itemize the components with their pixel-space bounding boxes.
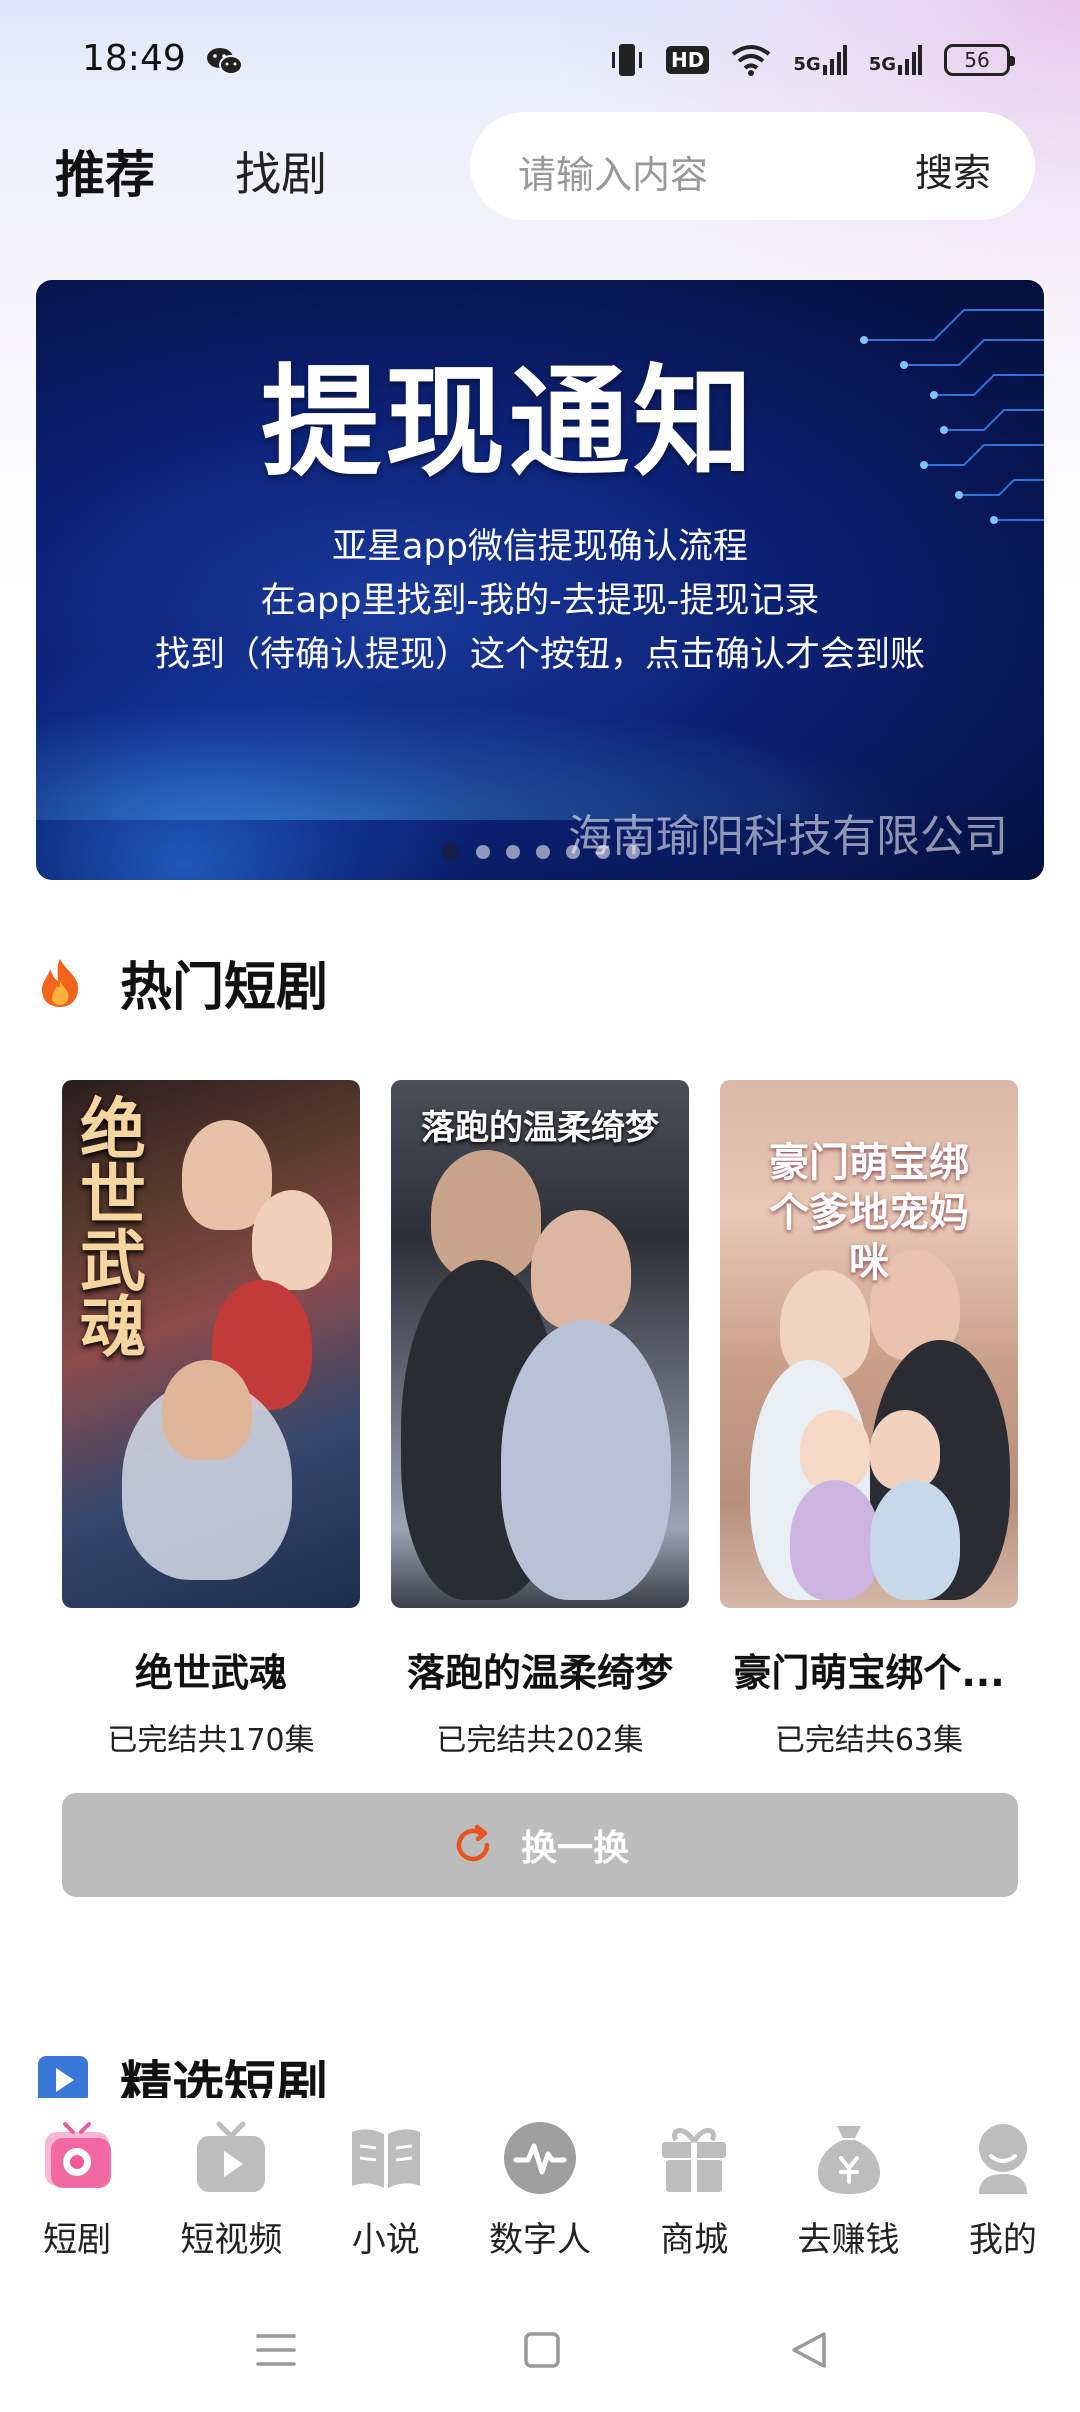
status-bar: 18:49 HD 5G 5G 56 xyxy=(0,0,1080,120)
nav-label: 数字人 xyxy=(488,2220,591,2260)
drama-name[interactable]: 落跑的温柔绮梦 xyxy=(391,1642,689,1697)
signal-bars-icon xyxy=(898,45,922,75)
banner-line: 找到（待确认提现）这个按钮，点击确认才会到账 xyxy=(154,635,925,675)
nav-item-mall[interactable]: 商城 xyxy=(617,2098,771,2278)
banner-title: 提现通知 xyxy=(261,354,757,493)
carousel-indicator xyxy=(442,843,640,861)
tab-recommend[interactable]: 推荐 xyxy=(55,135,155,207)
poster-figure xyxy=(162,1360,252,1460)
poster-title: 绝世武魂 xyxy=(69,1094,146,1358)
bottom-nav: 短剧 短视频 小说 数字人 商城 去赚钱 我的 xyxy=(0,2098,1080,2278)
nav-label: 短剧 xyxy=(43,2220,112,2260)
poster-title: 豪门萌宝绑个爹地宠妈咪 xyxy=(769,1140,969,1286)
drama-episodes: 已完结共63集 xyxy=(774,1723,964,1758)
battery-indicator: 56 xyxy=(944,44,1015,76)
profile-icon xyxy=(978,2124,1027,2194)
nav-item-short-video[interactable]: 短视频 xyxy=(154,2098,308,2278)
back-icon[interactable] xyxy=(780,2320,840,2380)
status-time: 18:49 xyxy=(82,38,186,79)
carousel-dot-active[interactable] xyxy=(442,843,460,861)
tab-find[interactable]: 找剧 xyxy=(235,138,327,204)
drama-card[interactable]: 落跑的温柔绮梦 落跑的温柔绮梦 已完结共202集 xyxy=(391,1080,689,1759)
hot-drama-list: 绝世武魂 绝世武魂 已完结共170集 落跑的温柔绮梦 落跑的温柔绮梦 已完结共2… xyxy=(62,1080,1018,1759)
search-box[interactable]: 请输入内容 搜索 xyxy=(470,112,1035,220)
status-icons: HD 5G 5G 56 xyxy=(610,40,1015,80)
poster-figure xyxy=(501,1320,671,1600)
home-icon[interactable] xyxy=(512,2320,572,2380)
book-icon xyxy=(351,2129,420,2188)
nav-item-earn[interactable]: 去赚钱 xyxy=(771,2098,925,2278)
wechat-icon xyxy=(207,48,243,75)
tv-play-icon xyxy=(197,2121,266,2192)
refresh-button[interactable]: 换一换 xyxy=(62,1793,1018,1897)
drama-icon xyxy=(45,2122,112,2188)
hot-section-header: 热门短剧 xyxy=(36,945,328,1020)
system-nav-bar xyxy=(0,2290,1080,2412)
carousel-dot[interactable] xyxy=(506,845,520,859)
section-title-selected: 精选短剧 xyxy=(120,2057,329,2098)
carousel-dot[interactable] xyxy=(626,845,640,859)
nav-label: 小说 xyxy=(351,2220,420,2260)
poster-figure xyxy=(531,1210,631,1330)
carousel-dot[interactable] xyxy=(566,845,580,859)
nav-item-profile[interactable]: 我的 xyxy=(926,2098,1080,2278)
menu-icon[interactable] xyxy=(246,2320,306,2380)
drama-name[interactable]: 绝世武魂 xyxy=(62,1642,360,1697)
poster-figure xyxy=(870,1410,940,1490)
circuit-decoration xyxy=(860,309,1044,524)
nav-label: 短视频 xyxy=(180,2220,283,2260)
nav-item-drama[interactable]: 短剧 xyxy=(0,2098,154,2278)
carousel-dot[interactable] xyxy=(596,845,610,859)
refresh-label: 换一换 xyxy=(520,1828,629,1869)
poster-title: 落跑的温柔绮梦 xyxy=(421,1108,659,1148)
vibrate-icon xyxy=(612,44,643,76)
nav-label: 商城 xyxy=(660,2220,729,2260)
signal-1: 5G xyxy=(793,45,847,75)
banner-line: 亚星app微信提现确认流程 xyxy=(332,527,748,567)
selected-section-header: 精选短剧 xyxy=(36,2052,1080,2098)
nav-label: 我的 xyxy=(968,2220,1037,2260)
section-title-hot: 热门短剧 xyxy=(120,958,329,1018)
money-bag-icon xyxy=(817,2126,880,2194)
banner-line: 在app里找到-我的-去提现-提现记录 xyxy=(260,581,820,621)
carousel-dot[interactable] xyxy=(536,845,550,859)
refresh-icon xyxy=(456,1824,490,1862)
drama-episodes: 已完结共170集 xyxy=(107,1723,315,1758)
banner-text: 亚星app微信提现确认流程 在app里找到-我的-去提现-提现记录 找到（待确认… xyxy=(36,520,1044,682)
poster-figure xyxy=(252,1190,332,1290)
drama-card[interactable]: 绝世武魂 绝世武魂 已完结共170集 xyxy=(62,1080,360,1759)
signal-2: 5G xyxy=(869,45,922,75)
drama-episodes: 已完结共202集 xyxy=(436,1723,644,1758)
carousel-dot[interactable] xyxy=(476,845,490,859)
drama-name[interactable]: 豪门萌宝绑个... xyxy=(720,1642,1018,1697)
banner-carousel[interactable]: 提现通知 亚星app微信提现确认流程 在app里找到-我的-去提现-提现记录 找… xyxy=(36,280,1044,880)
search-input[interactable]: 请输入内容 xyxy=(518,144,708,199)
nav-item-digital-human[interactable]: 数字人 xyxy=(463,2098,617,2278)
poster-figure xyxy=(800,1410,870,1490)
banner-wave xyxy=(36,680,1044,820)
poster-figure xyxy=(870,1480,960,1600)
search-button[interactable]: 搜索 xyxy=(915,142,991,197)
pulse-icon xyxy=(503,2122,576,2194)
drama-poster[interactable]: 绝世武魂 xyxy=(62,1080,360,1608)
hd-badge: HD xyxy=(666,46,710,74)
drama-card[interactable]: 豪门萌宝绑个爹地宠妈咪 豪门萌宝绑个... 已完结共63集 xyxy=(720,1080,1018,1759)
signal-bars-icon xyxy=(822,45,847,75)
wifi-icon xyxy=(732,45,771,76)
drama-poster[interactable]: 豪门萌宝绑个爹地宠妈咪 xyxy=(720,1080,1018,1608)
poster-figure xyxy=(790,1480,880,1600)
fire-icon xyxy=(42,958,79,1007)
drama-poster[interactable]: 落跑的温柔绮梦 xyxy=(391,1080,689,1608)
gift-icon xyxy=(662,2128,727,2192)
nav-label: 去赚钱 xyxy=(797,2220,900,2260)
play-icon xyxy=(38,2056,88,2098)
nav-item-novel[interactable]: 小说 xyxy=(309,2098,463,2278)
